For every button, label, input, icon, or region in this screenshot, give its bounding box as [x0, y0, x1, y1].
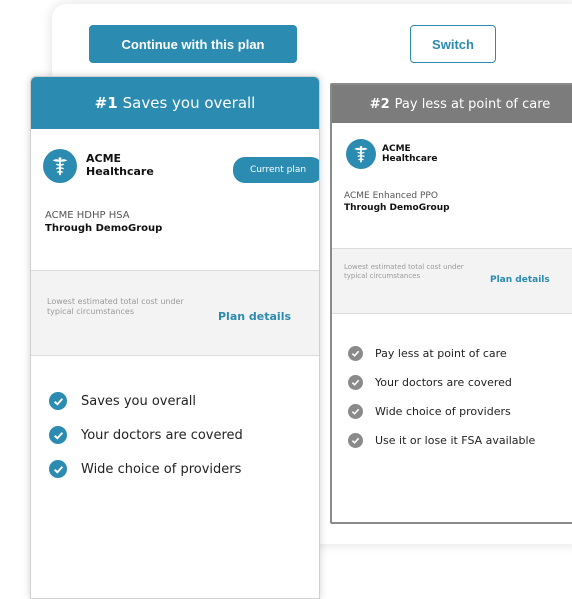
estimate-section: Lowest estimated total cost under typica…	[31, 270, 319, 356]
plan-rank: #2	[369, 96, 390, 112]
plan-through: Through DemoGroup	[45, 223, 163, 234]
check-icon	[348, 375, 363, 390]
check-icon	[348, 346, 363, 361]
feature-text: Your doctors are covered	[81, 427, 243, 443]
feature-text: Pay less at point of care	[375, 347, 507, 360]
list-item: Wide choice of providers	[348, 397, 535, 426]
list-item: Saves you overall	[49, 384, 243, 418]
feature-text: Saves you overall	[81, 393, 197, 409]
plan-card-1: #1 Saves you overall ACME Healthcare Cur…	[30, 76, 320, 599]
caduceus-icon	[43, 149, 77, 183]
provider-brand: ACME Healthcare	[346, 139, 437, 169]
check-icon	[348, 404, 363, 419]
caduceus-icon	[346, 139, 376, 169]
plan-headline: Saves you overall	[122, 94, 256, 112]
plan-card-header: #1 Saves you overall	[31, 77, 319, 129]
feature-text: Wide choice of providers	[81, 461, 242, 477]
brand-line-2: Healthcare	[382, 154, 438, 164]
plan-through: Through DemoGroup	[344, 202, 450, 213]
check-icon	[49, 426, 67, 444]
switch-button[interactable]: Switch	[410, 25, 496, 63]
plan-name: ACME Enhanced PPO	[344, 191, 438, 201]
feature-list: Pay less at point of care Your doctors a…	[348, 339, 535, 455]
feature-text: Use it or lose it FSA available	[375, 434, 536, 447]
feature-text: Your doctors are covered	[375, 376, 512, 389]
provider-brand: ACME Healthcare	[43, 149, 154, 183]
feature-list: Saves you overall Your doctors are cover…	[49, 384, 243, 486]
plan-name-block: ACME Enhanced PPO Through DemoGroup	[344, 191, 450, 214]
plan-name-block: ACME HDHP HSA Through DemoGroup	[45, 209, 162, 235]
list-item: Wide choice of providers	[49, 452, 243, 486]
brand-name: ACME Healthcare	[86, 153, 154, 178]
current-plan-badge: Current plan	[233, 157, 319, 183]
list-item: Your doctors are covered	[348, 368, 535, 397]
plan-name: ACME HDHP HSA	[45, 210, 130, 221]
list-item: Pay less at point of care	[348, 339, 535, 368]
estimate-section: Lowest estimated total cost under typica…	[332, 248, 572, 314]
continue-with-plan-button[interactable]: Continue with this plan	[89, 25, 297, 63]
estimate-note: Lowest estimated total cost under typica…	[344, 263, 464, 281]
plan-details-link[interactable]: Plan details	[218, 310, 291, 323]
brand-name: ACME Healthcare	[382, 144, 437, 165]
plan-card-header: #2 Pay less at point of care	[332, 85, 572, 123]
check-icon	[49, 392, 67, 410]
plan-rank: #1	[94, 94, 118, 112]
brand-line-1: ACME	[382, 143, 411, 154]
list-item: Your doctors are covered	[49, 418, 243, 452]
list-item: Use it or lose it FSA available	[348, 426, 535, 455]
feature-text: Wide choice of providers	[375, 405, 511, 418]
plan-comparison: Continue with this plan Switch #2 Pay le…	[0, 0, 572, 599]
check-icon	[348, 433, 363, 448]
plan-card-2: #2 Pay less at point of care ACME Health…	[330, 83, 572, 524]
check-icon	[49, 460, 67, 478]
brand-line-2: Healthcare	[86, 165, 154, 178]
estimate-note: Lowest estimated total cost under typica…	[47, 297, 184, 317]
plan-headline: Pay less at point of care	[394, 96, 551, 112]
plan-details-link[interactable]: Plan details	[490, 275, 550, 285]
